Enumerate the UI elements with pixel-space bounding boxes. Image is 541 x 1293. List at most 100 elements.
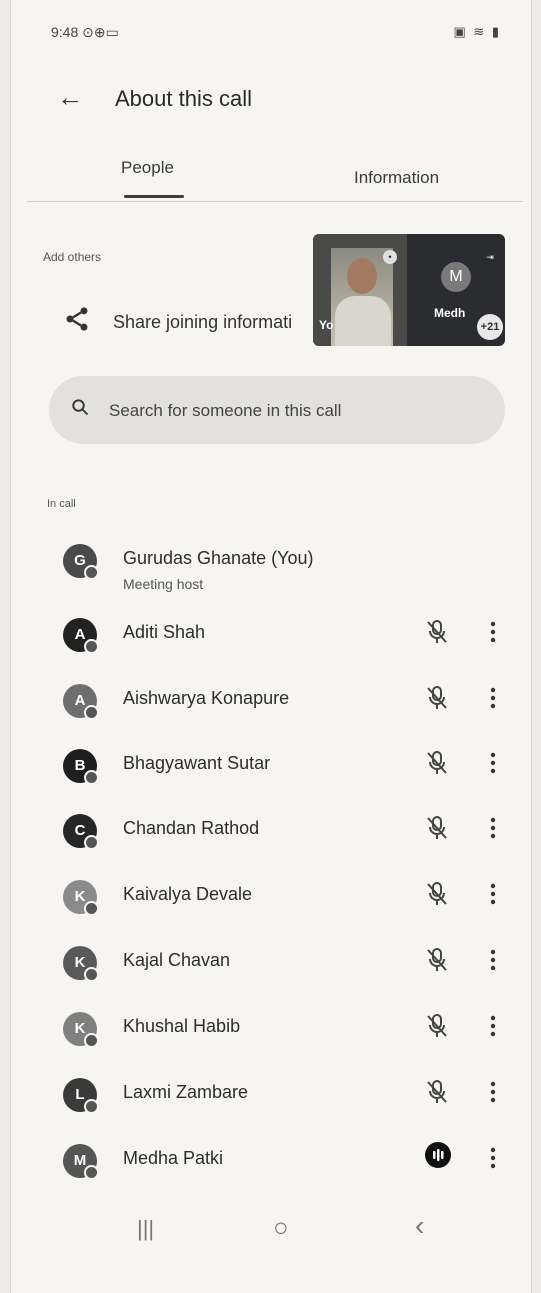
presence-dot <box>84 565 99 580</box>
mic-off-icon[interactable] <box>425 618 449 646</box>
more-options-icon[interactable] <box>485 1078 501 1106</box>
more-options-icon[interactable] <box>485 1144 501 1172</box>
share-joining-info-label: Share joining informati <box>113 312 293 332</box>
more-options-icon[interactable] <box>485 946 501 974</box>
home-icon[interactable]: ○ <box>273 1212 289 1243</box>
participant-row[interactable]: G Gurudas Ghanate (You) Meeting host <box>51 538 521 594</box>
avatar-initial: G <box>74 552 86 569</box>
search-input[interactable] <box>107 396 491 426</box>
participant-avatar: M <box>441 262 471 292</box>
presence-dot <box>84 901 99 916</box>
participant-name: Aditi Shah <box>123 622 206 642</box>
avatar-initial: K <box>74 888 86 905</box>
avatar-initial: K <box>74 1020 86 1037</box>
mic-off-icon[interactable] <box>425 1012 449 1040</box>
mic-off-icon[interactable] <box>425 946 449 974</box>
mic-off-icon[interactable] <box>425 1078 449 1106</box>
presence-dot <box>84 967 99 982</box>
self-tile-label: Yo <box>319 318 334 332</box>
participant-row[interactable]: B Bhagyawant Sutar <box>51 743 521 799</box>
status-bar: 9:48 ⊙⊕▭ ▣ ≋ ▮ <box>51 24 501 44</box>
back-nav-icon[interactable]: ‹ <box>415 1210 424 1242</box>
participant-name: Medha Patki <box>123 1148 224 1168</box>
status-time: 9:48 <box>51 24 79 40</box>
more-options-icon[interactable] <box>485 749 501 777</box>
participant-role: Meeting host <box>123 576 204 592</box>
tab-people[interactable]: People <box>121 158 174 178</box>
avatar-initial: L <box>75 1086 85 1103</box>
avatar: C <box>63 814 99 850</box>
tabs-divider <box>27 201 523 202</box>
presence-dot <box>84 1099 99 1114</box>
more-options-icon[interactable] <box>485 1012 501 1040</box>
participant-name: Kajal Chavan <box>123 950 231 970</box>
system-icons: ▣ ≋ ▮ <box>453 24 501 39</box>
participant-name: Chandan Rathod <box>123 818 260 838</box>
participant-name: Khushal Habib <box>123 1016 241 1036</box>
more-options-icon[interactable] <box>485 618 501 646</box>
search-bar[interactable] <box>49 376 505 444</box>
participant-row[interactable]: K Khushal Habib <box>51 1006 521 1062</box>
notification-icons: ⊙⊕▭ <box>82 24 119 40</box>
system-navigation-bar: ||| ○ ‹ <box>11 1206 531 1256</box>
mic-off-icon[interactable] <box>425 749 449 777</box>
participant-row[interactable]: C Chandan Rathod <box>51 808 521 864</box>
participant-name: Gurudas Ghanate (You) <box>123 548 314 568</box>
tab-selected-indicator <box>124 195 184 198</box>
recents-icon[interactable]: ||| <box>137 1216 154 1242</box>
avatar: L <box>63 1078 99 1114</box>
avatar: K <box>63 1012 99 1048</box>
avatar-initial: C <box>74 822 86 839</box>
avatar-initial: B <box>74 757 86 774</box>
avatar-initial: A <box>74 626 86 643</box>
self-video-body <box>335 296 391 346</box>
mic-off-icon[interactable] <box>425 684 449 712</box>
avatar: G <box>63 544 99 580</box>
more-participants-badge: +21 <box>477 314 503 340</box>
mic-off-icon[interactable] <box>425 814 449 842</box>
more-options-icon[interactable] <box>485 880 501 908</box>
presence-dot <box>84 639 99 654</box>
add-others-label: Add others <box>43 250 102 264</box>
share-icon <box>66 307 88 331</box>
tab-information[interactable]: Information <box>354 168 439 188</box>
participant-row[interactable]: A Aditi Shah <box>51 612 521 668</box>
participant-row[interactable]: K Kajal Chavan <box>51 940 521 996</box>
avatar: A <box>63 618 99 654</box>
participant-row[interactable]: M Medha Patki <box>51 1138 521 1194</box>
presence-dot <box>84 1033 99 1048</box>
presence-dot <box>84 770 99 785</box>
self-video-head <box>347 258 377 294</box>
avatar-initial: K <box>74 954 86 971</box>
participant-tile-label: Medh <box>434 306 466 320</box>
avatar: K <box>63 880 99 916</box>
self-video-tile: Yo • <box>313 234 407 346</box>
more-options-icon[interactable] <box>485 814 501 842</box>
share-joining-info-button[interactable]: Share joining informati <box>51 300 341 350</box>
presence-dot <box>84 835 99 850</box>
presence-dot <box>84 1165 99 1180</box>
speaking-indicator-icon[interactable] <box>425 1142 451 1168</box>
participant-row[interactable]: L Laxmi Zambare <box>51 1072 521 1128</box>
arrow-back-icon[interactable]: ← <box>57 82 83 113</box>
avatar: K <box>63 946 99 982</box>
participant-row[interactable]: A Aishwarya Konapure <box>51 678 521 734</box>
status-time-icons: 9:48 ⊙⊕▭ <box>51 24 119 41</box>
participant-name: Aishwarya Konapure <box>123 688 290 708</box>
in-call-label: In call <box>47 498 76 510</box>
avatar: B <box>63 749 99 785</box>
participant-name: Laxmi Zambare <box>123 1082 249 1102</box>
avatar-initial: M <box>73 1152 87 1169</box>
phone-screen: 9:48 ⊙⊕▭ ▣ ≋ ▮ ← About this call People … <box>10 0 532 1293</box>
avatar: M <box>63 1144 99 1180</box>
call-preview-pip[interactable]: Yo • M ⇥ Medh +21 <box>313 234 505 346</box>
pin-icon: ⇥ <box>486 252 494 262</box>
pin-icon: • <box>383 250 397 264</box>
search-icon <box>72 399 89 416</box>
participant-row[interactable]: K Kaivalya Devale <box>51 874 521 930</box>
participant-name: Kaivalya Devale <box>123 884 253 904</box>
mic-off-icon[interactable] <box>425 880 449 908</box>
more-options-icon[interactable] <box>485 684 501 712</box>
avatar-initial: A <box>74 692 86 709</box>
avatar: A <box>63 684 99 720</box>
